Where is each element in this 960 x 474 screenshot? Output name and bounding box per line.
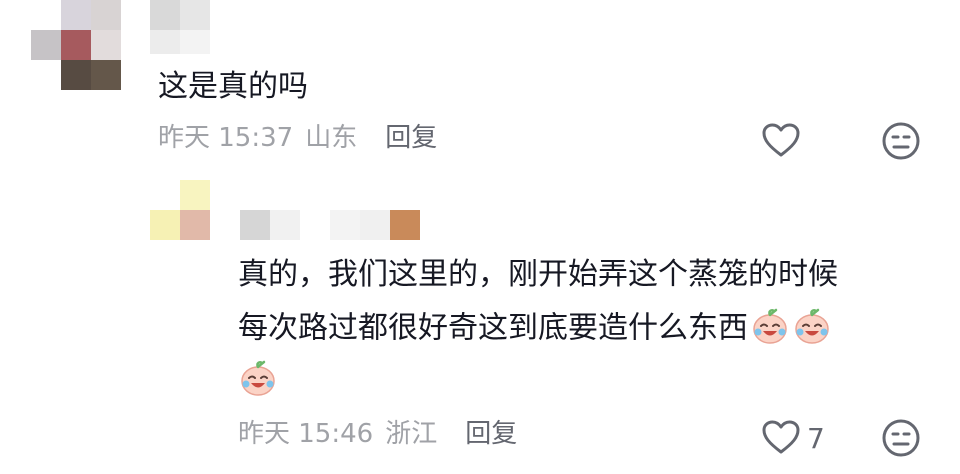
avatar-pixel — [150, 210, 180, 240]
username-pixel — [240, 210, 270, 240]
neutral-face-icon — [881, 122, 921, 165]
crying-laughing-emoji-icon — [750, 306, 790, 346]
reply-meta: 昨天 15:46 浙江 回复 — [238, 419, 517, 449]
username-pixel — [390, 210, 420, 240]
reply-button[interactable]: 回复 — [465, 419, 517, 449]
comment-time: 昨天 15:37 — [158, 123, 294, 153]
username-pixel — [180, 30, 210, 54]
reply-location: 浙江 — [385, 419, 438, 449]
username-pixel — [330, 210, 360, 240]
dislike-button[interactable] — [881, 418, 921, 462]
avatar-pixel — [91, 60, 121, 90]
reply-button[interactable]: 回复 — [385, 123, 437, 153]
avatar-pixel — [31, 30, 61, 60]
reply-text-line-1: 真的，我们这里的，刚开始弄这个蒸笼的时候 — [238, 257, 838, 292]
avatar-pixel — [61, 30, 91, 60]
avatar-pixel — [180, 210, 210, 240]
avatar-pixel — [180, 180, 210, 210]
heart-outline-icon — [761, 419, 801, 459]
reply-text-line-2-text: 每次路过都很好奇这到底要造什么东西 — [238, 310, 748, 346]
comment-meta: 昨天 15:37 山东 回复 — [158, 123, 437, 153]
avatar-pixel — [91, 0, 121, 30]
like-button[interactable]: 7 — [761, 419, 825, 459]
like-button[interactable] — [761, 122, 801, 162]
username-pixel — [360, 210, 390, 240]
comment-location: 山东 — [305, 123, 358, 153]
dislike-button[interactable] — [881, 121, 921, 165]
avatar-pixel — [91, 30, 121, 60]
username-pixel — [150, 30, 180, 54]
reply-time: 昨天 15:46 — [238, 419, 374, 449]
crying-laughing-emoji-icon — [238, 358, 278, 398]
avatar-pixel — [61, 0, 91, 30]
reply-text-line-2: 每次路过都很好奇这到底要造什么东西 — [238, 308, 832, 346]
neutral-face-icon — [881, 419, 921, 462]
crying-laughing-emoji-icon — [792, 306, 832, 346]
comment-text: 这是真的吗 — [158, 69, 308, 104]
username-pixel — [150, 0, 180, 30]
like-count: 7 — [807, 422, 825, 455]
username-pixel — [180, 0, 210, 30]
username-pixel — [270, 210, 300, 240]
avatar-pixel — [61, 60, 91, 90]
heart-outline-icon — [761, 122, 801, 162]
